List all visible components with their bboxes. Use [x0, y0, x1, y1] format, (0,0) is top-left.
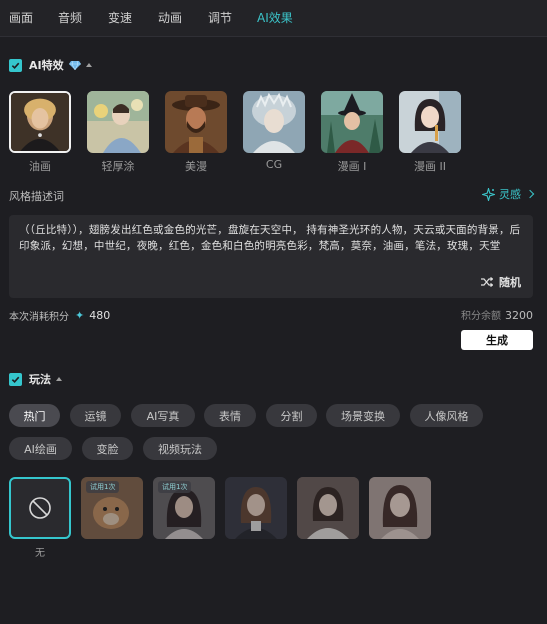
- generate-button[interactable]: 生成: [461, 330, 533, 350]
- chip-segmentation[interactable]: 分割: [266, 404, 317, 427]
- effect-light-impasto[interactable]: 轻厚涂: [87, 91, 149, 174]
- tab-adjust[interactable]: 调节: [208, 9, 232, 26]
- chip-ai-portrait[interactable]: AI写真: [131, 404, 195, 427]
- chip-video-play[interactable]: 视频玩法: [143, 437, 217, 460]
- gameplay-item[interactable]: [297, 477, 359, 539]
- check-icon: [11, 376, 20, 383]
- gameplay-item[interactable]: 试用1次: [153, 477, 215, 539]
- diamond-icon: [68, 60, 81, 70]
- inspiration-label: 灵感: [499, 188, 521, 201]
- sparkle-icon: [482, 187, 495, 201]
- ai-effects-header: AI特效: [9, 57, 92, 73]
- check-icon: [11, 62, 20, 69]
- chip-portrait-style[interactable]: 人像风格: [410, 404, 483, 427]
- style-prompt-input[interactable]: （（丘比特）），翅膀发出红色或金色的光芒，盘旋在天空中， 持有神圣光环的人物，天…: [9, 215, 533, 298]
- random-button[interactable]: 随机: [481, 274, 521, 290]
- chip-expression[interactable]: 表情: [204, 404, 256, 427]
- effect-comic-1[interactable]: 漫画 I: [321, 91, 383, 174]
- effect-label: 美漫: [185, 160, 207, 173]
- random-label: 随机: [499, 276, 521, 289]
- gameplay-checkbox[interactable]: [9, 372, 22, 386]
- no-entry-icon: [29, 497, 51, 519]
- tab-ai-effects[interactable]: AI效果: [257, 9, 293, 26]
- tab-picture[interactable]: 画面: [9, 9, 33, 26]
- cost-value: 480: [89, 309, 111, 322]
- ai-effects-title: AI特效: [29, 59, 64, 72]
- tab-animation[interactable]: 动画: [158, 9, 182, 26]
- style-prompt-text: （（丘比特）），翅膀发出红色或金色的光芒，盘旋在天空中， 持有神圣光环的人物，天…: [19, 224, 521, 252]
- chevron-right-icon: [525, 189, 535, 199]
- tab-audio[interactable]: 音频: [58, 9, 82, 26]
- collapse-caret-icon[interactable]: [85, 63, 92, 67]
- inspiration-button[interactable]: 灵感: [482, 186, 535, 202]
- tab-speed[interactable]: 变速: [108, 9, 132, 26]
- chip-hot[interactable]: 热门: [9, 404, 60, 427]
- ai-effects-checkbox[interactable]: [9, 58, 22, 72]
- effect-label: 油画: [29, 160, 51, 173]
- cost-info: 本次消耗积分 ✦ 480: [9, 308, 110, 323]
- effect-thumbnail: [87, 91, 149, 153]
- effect-thumbnail: [165, 91, 227, 153]
- chip-face-swap[interactable]: 变脸: [82, 437, 133, 460]
- sparkle-icon: ✦: [75, 309, 85, 322]
- effect-label: 轻厚涂: [101, 160, 135, 173]
- balance-info: 积分余额 3200: [461, 307, 533, 322]
- effect-american-comic[interactable]: 美漫: [165, 91, 227, 174]
- effect-label: 漫画 I: [337, 160, 367, 173]
- gameplay-title: 玩法: [29, 373, 51, 386]
- trial-badge: 试用1次: [158, 481, 192, 493]
- gameplay-header: 玩法: [9, 371, 62, 387]
- chip-ai-painting[interactable]: AI绘画: [9, 437, 72, 460]
- chip-scene-change[interactable]: 场景变换: [326, 404, 400, 427]
- effect-label: 漫画 II: [414, 160, 446, 173]
- chip-camera-motion[interactable]: 运镜: [70, 404, 121, 427]
- effect-comic-2[interactable]: 漫画 II: [399, 91, 461, 174]
- none-label: 无: [35, 548, 45, 559]
- tab-bar: 画面 音频 变速 动画 调节 AI效果: [0, 0, 547, 37]
- cost-label: 本次消耗积分: [9, 312, 69, 323]
- effect-cg[interactable]: CG: [243, 91, 305, 171]
- effect-thumbnail: [243, 91, 305, 153]
- collapse-caret-icon[interactable]: [56, 377, 62, 381]
- effect-thumbnail: [321, 91, 383, 153]
- gameplay-none-option[interactable]: [9, 477, 71, 539]
- gameplay-item[interactable]: [369, 477, 431, 539]
- effect-label: CG: [265, 158, 283, 171]
- trial-badge: 试用1次: [86, 481, 120, 493]
- effect-thumbnail: [399, 91, 461, 153]
- effect-thumbnail: [9, 91, 71, 153]
- gameplay-item[interactable]: [225, 477, 287, 539]
- style-description-label: 风格描述词: [9, 190, 64, 203]
- balance-value: 3200: [505, 309, 533, 322]
- shuffle-icon: [481, 277, 493, 287]
- gameplay-item[interactable]: 试用1次: [81, 477, 143, 539]
- balance-label: 积分余额: [461, 311, 501, 322]
- effect-oil-painting[interactable]: 油画: [9, 91, 71, 174]
